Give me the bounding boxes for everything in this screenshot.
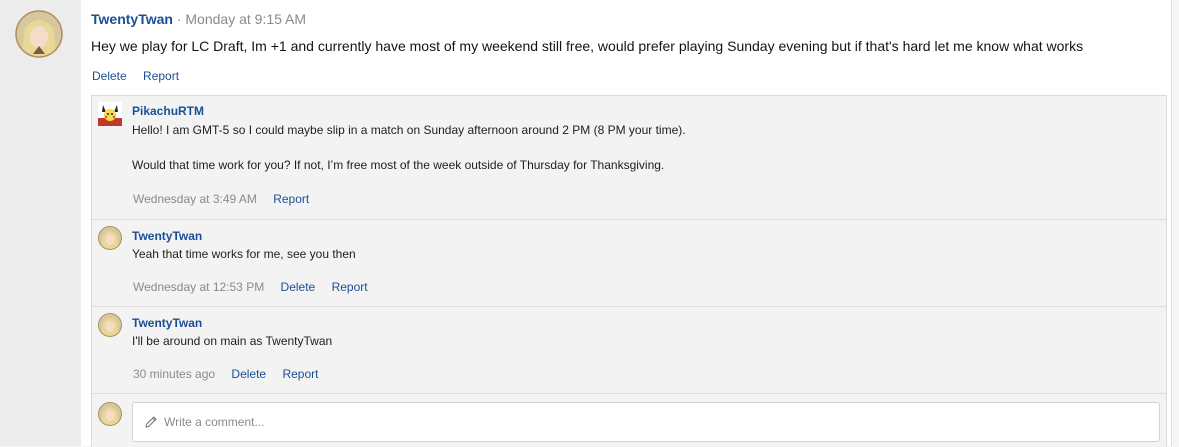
comment-item: PikachuRTM Hello! I am GMT-5 so I could …	[92, 96, 1166, 220]
comment-item: TwentyTwan I'll be around on main as Twe…	[92, 307, 1166, 394]
comment-timestamp[interactable]: Wednesday at 12:53 PM	[133, 280, 264, 294]
author-avatar[interactable]	[15, 10, 63, 58]
pencil-icon	[145, 416, 157, 428]
comment-timestamp[interactable]: 30 minutes ago	[133, 367, 215, 381]
post-body: Hey we play for LC Draft, Im +1 and curr…	[91, 38, 1084, 54]
comment-author-link[interactable]: TwentyTwan	[132, 229, 202, 243]
post-separator: ·	[176, 11, 182, 27]
comment-author-link[interactable]: TwentyTwan	[132, 316, 202, 330]
comment-author-link[interactable]: PikachuRTM	[132, 104, 204, 118]
comment-line: Would that time work for you? If not, I’…	[132, 158, 665, 172]
post-actions: Delete Report	[92, 69, 192, 83]
author-avatar-icon[interactable]	[98, 226, 122, 250]
post-timestamp[interactable]: Monday at 9:15 AM	[185, 11, 306, 27]
post-report-link[interactable]: Report	[143, 69, 179, 83]
comment-line: Hello! I am GMT-5 so I could maybe slip …	[132, 123, 686, 137]
author-avatar-icon[interactable]	[98, 313, 122, 337]
write-comment-input[interactable]: Write a comment...	[132, 402, 1160, 442]
comment-timestamp[interactable]: Wednesday at 3:49 AM	[133, 192, 257, 206]
post-delete-link[interactable]: Delete	[92, 69, 127, 83]
comment-line: I'll be around on main as TwentyTwan	[132, 334, 333, 348]
comment-delete-link[interactable]: Delete	[231, 367, 266, 381]
comment-report-link[interactable]: Report	[332, 280, 368, 294]
comment-delete-link[interactable]: Delete	[281, 280, 316, 294]
write-comment-placeholder: Write a comment...	[164, 415, 265, 429]
comment-line: Yeah that time works for me, see you the…	[132, 247, 356, 261]
post-author-link[interactable]: TwentyTwan	[91, 11, 173, 27]
comment-report-link[interactable]: Report	[282, 367, 318, 381]
post-header: TwentyTwan · Monday at 9:15 AM	[91, 11, 306, 27]
pikachu-avatar-icon[interactable]	[98, 102, 122, 126]
comments-panel: PikachuRTM Hello! I am GMT-5 so I could …	[91, 95, 1167, 447]
comment-item: TwentyTwan Yeah that time works for me, …	[92, 220, 1166, 307]
post-card: TwentyTwan · Monday at 9:15 AM Hey we pl…	[81, 0, 1172, 447]
comment-actions: Wednesday at 3:49 AM Report	[133, 192, 322, 206]
comment-report-link[interactable]: Report	[273, 192, 309, 206]
comment-actions: Wednesday at 12:53 PM Delete Report	[133, 280, 381, 294]
current-user-avatar-icon	[98, 402, 122, 426]
left-gutter	[0, 0, 82, 446]
comment-actions: 30 minutes ago Delete Report	[133, 367, 331, 381]
